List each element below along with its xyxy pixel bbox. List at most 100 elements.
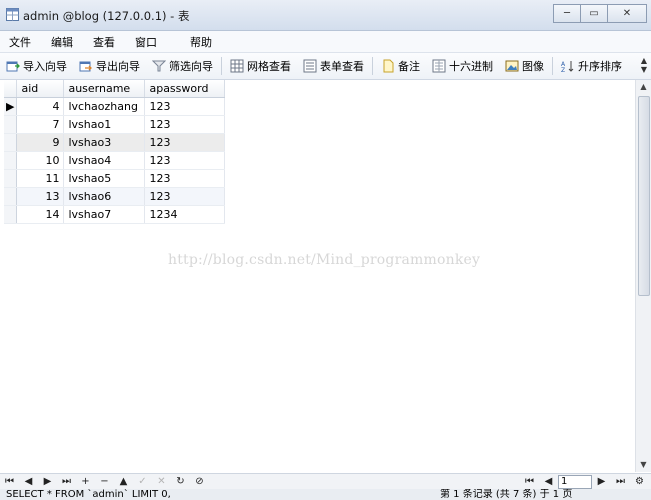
menu-edit[interactable]: 编辑 [42, 34, 84, 50]
menu-help[interactable]: 帮助 [168, 34, 223, 50]
table-app-icon [6, 8, 19, 21]
cell-ausername[interactable]: lvchaozhang [63, 97, 146, 116]
records-table: aid ausername apassword ▶ 4 lvchaozhang … [4, 80, 226, 224]
status-sql-text: SELECT * FROM `admin` LIMIT 0, [6, 489, 171, 500]
image-button[interactable]: 图像 [499, 55, 550, 77]
cell-aid[interactable]: 7 [16, 115, 65, 134]
move-up-icon[interactable]: ▲ [114, 476, 133, 487]
table-row[interactable]: 10 lvshao4 123 [4, 151, 226, 170]
window-controls: ─ ▭ ✕ [553, 4, 647, 23]
header-row: aid ausername apassword [4, 80, 226, 98]
cancel-changes-icon[interactable]: ✕ [152, 476, 171, 487]
cell-aid[interactable]: 13 [16, 187, 65, 206]
delete-record-icon[interactable]: − [95, 476, 114, 487]
cell-aid[interactable]: 14 [16, 205, 65, 224]
last-record-icon[interactable]: ⏭ [57, 476, 76, 487]
row-indicator [4, 205, 18, 224]
first-page-icon[interactable]: ⏮ [520, 476, 539, 487]
cell-apassword[interactable]: 1234 [144, 205, 226, 224]
cell-aid[interactable]: 4 [16, 97, 65, 116]
row-indicator [4, 187, 18, 206]
page-number-input[interactable]: 1 [558, 474, 592, 489]
refresh-icon[interactable]: ↻ [171, 476, 190, 487]
first-record-icon[interactable]: ⏮ [0, 476, 19, 487]
image-icon [505, 60, 519, 72]
column-header-aid[interactable]: aid [16, 80, 65, 98]
cell-ausername[interactable]: lvshao1 [63, 115, 146, 134]
menu-view[interactable]: 查看 [84, 34, 126, 50]
minimize-button[interactable]: ─ [553, 4, 581, 23]
cell-apassword[interactable]: 123 [144, 97, 226, 116]
restore-button[interactable]: ▭ [580, 4, 608, 23]
memo-button[interactable]: 备注 [375, 55, 426, 77]
table-row[interactable]: 7 lvshao1 123 [4, 115, 226, 134]
cell-apassword[interactable]: 123 [144, 133, 226, 152]
cell-aid[interactable]: 11 [16, 169, 65, 188]
cell-aid[interactable]: 10 [16, 151, 65, 170]
window-title: admin @blog (127.0.0.1) - 表 [23, 9, 190, 23]
import-wizard-label: 导入向导 [23, 60, 67, 73]
cell-ausername[interactable]: lvshao4 [63, 151, 146, 170]
scroll-up-icon[interactable]: ▲ [636, 80, 651, 94]
svg-text:Z: Z [561, 67, 565, 73]
cell-apassword[interactable]: 123 [144, 115, 226, 134]
grid-view-button[interactable]: 网格查看 [224, 55, 297, 77]
row-indicator [4, 133, 18, 152]
table-row[interactable]: 11 lvshao5 123 [4, 169, 226, 188]
export-icon [79, 61, 92, 72]
toolbar-separator [552, 57, 553, 75]
cell-aid[interactable]: 9 [16, 133, 65, 152]
cell-apassword[interactable]: 123 [144, 187, 226, 206]
toolbar-separator [221, 57, 222, 75]
toolbar-overflow-icon[interactable]: ▲ ▼ [641, 56, 647, 74]
filter-icon [152, 60, 166, 72]
grid-icon [230, 59, 244, 73]
export-wizard-button[interactable]: 导出向导 [73, 55, 146, 77]
cell-apassword[interactable]: 123 [144, 169, 226, 188]
stop-icon[interactable]: ⊘ [190, 476, 209, 487]
import-wizard-button[interactable]: 导入向导 [0, 55, 73, 77]
export-wizard-label: 导出向导 [96, 60, 140, 73]
menu-bar: 文件 编辑 查看 窗口 帮助 [0, 31, 651, 53]
column-header-ausername[interactable]: ausername [63, 80, 146, 98]
table-row[interactable]: 9 lvshao3 123 [4, 133, 226, 152]
menu-window[interactable]: 窗口 [126, 34, 168, 50]
vertical-scrollbar[interactable]: ▲ ▼ [635, 80, 651, 472]
cell-ausername[interactable]: lvshao5 [63, 169, 146, 188]
image-label: 图像 [522, 60, 544, 73]
page-settings-icon[interactable]: ⚙ [630, 476, 649, 487]
row-indicator [4, 151, 18, 170]
scroll-thumb[interactable] [638, 96, 650, 296]
last-page-icon[interactable]: ⏭ [611, 476, 630, 487]
table-row[interactable]: 14 lvshao7 1234 [4, 205, 226, 224]
next-page-icon[interactable]: ▶ [592, 476, 611, 487]
next-record-icon[interactable]: ▶ [38, 476, 57, 487]
hex-button[interactable]: 十六进制 [426, 55, 499, 77]
sort-asc-button[interactable]: A Z 升序排序 [555, 55, 628, 77]
column-header-apassword[interactable]: apassword [144, 80, 226, 98]
row-indicator-header [4, 80, 18, 98]
filter-wizard-label: 筛选向导 [169, 60, 213, 73]
cell-ausername[interactable]: lvshao3 [63, 133, 146, 152]
cell-ausername[interactable]: lvshao6 [63, 187, 146, 206]
pager: ⏮ ◀ 1 ▶ ⏭ ⚙ [520, 474, 649, 489]
prev-page-icon[interactable]: ◀ [539, 476, 558, 487]
close-button[interactable]: ✕ [607, 4, 647, 23]
form-view-button[interactable]: 表单查看 [297, 55, 370, 77]
prev-record-icon[interactable]: ◀ [19, 476, 38, 487]
filter-wizard-button[interactable]: 筛选向导 [146, 55, 219, 77]
table-row[interactable]: 13 lvshao6 123 [4, 187, 226, 206]
add-record-icon[interactable]: + [76, 476, 95, 487]
watermark-text: http://blog.csdn.net/Mind_programmonkey [168, 252, 481, 268]
table-row[interactable]: ▶ 4 lvchaozhang 123 [4, 97, 226, 116]
menu-file[interactable]: 文件 [0, 34, 42, 50]
hex-icon [432, 59, 446, 73]
memo-label: 备注 [398, 60, 420, 73]
apply-changes-icon[interactable]: ✓ [133, 476, 152, 487]
cell-apassword[interactable]: 123 [144, 151, 226, 170]
record-navigation-bar: ⏮ ◀ ▶ ⏭ + − ▲ ✓ ✕ ↻ ⊘ ⏮ ◀ 1 ▶ ⏭ ⚙ [0, 473, 651, 489]
hex-label: 十六进制 [449, 60, 493, 73]
cell-ausername[interactable]: lvshao7 [63, 205, 146, 224]
scroll-down-icon[interactable]: ▼ [636, 458, 651, 472]
data-grid: aid ausername apassword ▶ 4 lvchaozhang … [4, 80, 634, 472]
